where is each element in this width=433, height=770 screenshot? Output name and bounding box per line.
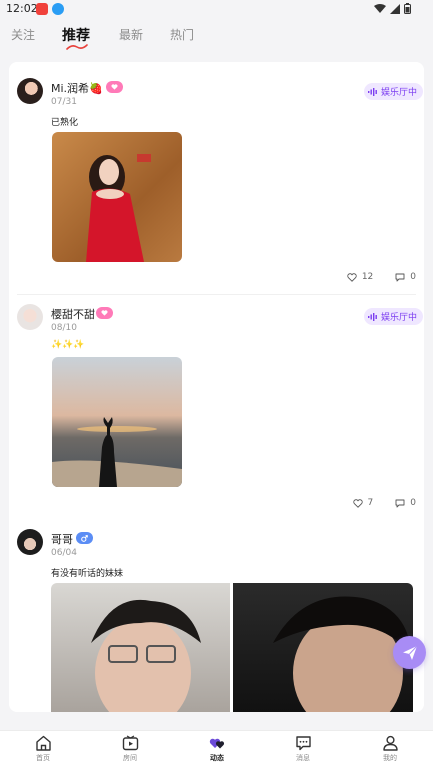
- tab-hot[interactable]: 热门: [170, 26, 194, 43]
- hearts-icon: [209, 738, 224, 749]
- male-icon: [81, 534, 88, 542]
- active-tab-indicator: [66, 44, 88, 50]
- photo-content: [86, 154, 151, 262]
- nav-messages[interactable]: 消息: [273, 735, 333, 763]
- like-count: 12: [361, 272, 374, 282]
- nav-label: 首页: [36, 754, 50, 762]
- status-chip[interactable]: 娱乐厅中: [363, 308, 423, 325]
- heart-outline-icon: [347, 272, 357, 282]
- home-icon: [35, 735, 51, 751]
- avatar[interactable]: [17, 529, 43, 555]
- download-notification-icon: [52, 3, 64, 15]
- tab-recommended[interactable]: 推荐: [62, 25, 90, 45]
- male-badge: [76, 532, 93, 544]
- paper-plane-icon: [402, 645, 417, 660]
- chat-icon: [295, 736, 311, 751]
- post-card: 樱甜不甜 08/10 娱乐厅中 ✨✨✨ 7 0: [9, 294, 424, 519]
- battery-icon: [404, 3, 411, 14]
- photo-content: [273, 596, 411, 712]
- tab-latest[interactable]: 最新: [119, 26, 143, 43]
- feed-tabs: 关注 推荐 最新 热门: [0, 18, 433, 58]
- heart-icon: [101, 310, 108, 316]
- play-icon: [122, 735, 138, 751]
- post-photo[interactable]: [52, 357, 182, 487]
- app-notification-icon: [36, 3, 48, 15]
- wifi-icon: [374, 3, 386, 13]
- signal-icon: [390, 3, 400, 14]
- post-date: 08/10: [51, 323, 77, 333]
- avatar[interactable]: [17, 78, 43, 104]
- post-username[interactable]: Mi.润希🍓: [51, 80, 103, 96]
- female-badge: [106, 81, 123, 93]
- post-date: 07/31: [51, 97, 77, 107]
- post-photo[interactable]: [233, 583, 413, 712]
- comment-count: 0: [410, 272, 416, 282]
- like-count: 7: [367, 498, 374, 508]
- publish-button[interactable]: [393, 636, 426, 669]
- post-text: 有没有听话的妹妹: [51, 569, 124, 579]
- comment-button[interactable]: 0: [395, 498, 416, 508]
- nav-home[interactable]: 首页: [13, 735, 73, 763]
- feed-list: Mi.润希🍓 07/31 娱乐厅中 已熟化 12 0 樱甜不甜 08/10 娱乐…: [9, 62, 424, 712]
- system-icons: [374, 3, 411, 14]
- sound-wave-icon: [367, 87, 377, 96]
- like-button[interactable]: 12: [347, 272, 373, 282]
- post-actions: 7 0: [352, 498, 416, 508]
- nav-label: 消息: [296, 754, 310, 762]
- post-date: 06/04: [51, 548, 77, 558]
- nav-label: 我的: [383, 754, 397, 762]
- post-card: Mi.润希🍓 07/31 娱乐厅中 已熟化 12 0: [9, 62, 424, 295]
- sound-wave-icon: [367, 312, 377, 321]
- post-actions: 12 0: [347, 272, 416, 282]
- comment-icon: [395, 499, 405, 507]
- post-card: 哥哥 06/04 有没有听话的妹妹: [9, 519, 424, 712]
- bottom-nav: 首页 房间 动态 消息 我的: [0, 730, 433, 770]
- person-icon: [382, 735, 398, 751]
- post-text: ✨✨✨: [51, 340, 85, 350]
- nav-profile[interactable]: 我的: [360, 735, 420, 763]
- comment-count: 0: [410, 498, 416, 508]
- comment-button[interactable]: 0: [395, 272, 416, 282]
- comment-icon: [395, 273, 405, 281]
- status-chip-label: 娱乐厅中: [380, 313, 417, 323]
- status-bar: 12:02: [0, 0, 433, 18]
- photo-content: [52, 417, 182, 487]
- post-username[interactable]: 哥哥: [51, 531, 73, 547]
- heart-outline-icon: [352, 498, 363, 508]
- like-button[interactable]: 7: [352, 498, 374, 508]
- nav-label: 动态: [210, 754, 224, 762]
- status-chip[interactable]: 娱乐厅中: [363, 83, 423, 100]
- post-username[interactable]: 樱甜不甜: [51, 306, 95, 322]
- post-photo[interactable]: [52, 132, 182, 262]
- tab-following[interactable]: 关注: [11, 26, 35, 43]
- avatar[interactable]: [17, 304, 43, 330]
- photo-content: [91, 599, 201, 712]
- status-chip-label: 娱乐厅中: [380, 88, 417, 98]
- post-photo[interactable]: [51, 583, 230, 712]
- status-time: 12:02: [6, 2, 38, 15]
- heart-icon: [111, 84, 118, 90]
- female-badge: [96, 307, 113, 319]
- nav-room[interactable]: 房间: [100, 735, 160, 763]
- post-text: 已熟化: [51, 118, 79, 128]
- nav-moments[interactable]: 动态: [187, 735, 247, 763]
- nav-label: 房间: [123, 754, 137, 762]
